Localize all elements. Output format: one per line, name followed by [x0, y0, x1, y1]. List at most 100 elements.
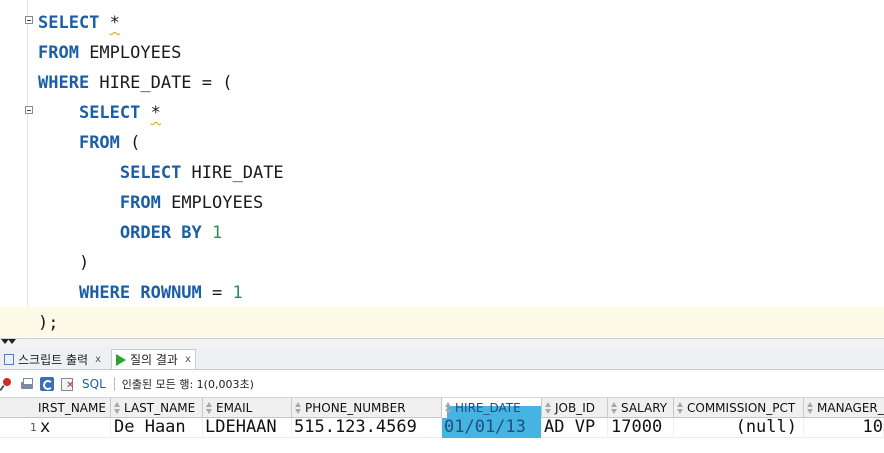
cell-last-name[interactable]: De Haan [111, 418, 203, 438]
code-text: FROM EMPLOYEES [38, 193, 263, 213]
toolbar-divider [113, 377, 115, 391]
panel-splitter[interactable] [0, 338, 884, 348]
sql-keyword: FROM [119, 193, 161, 213]
sql-keyword: SELECT [38, 13, 100, 33]
sql-text: = [201, 283, 233, 303]
table-row[interactable]: 1 x De Haan LDEHAAN 515.123.4569 01/01/1… [0, 418, 884, 438]
column-header-hire-date[interactable]: HIRE_DATE [442, 398, 542, 418]
sql-keyword: ORDER BY [119, 223, 202, 243]
code-line[interactable]: SELECT * [0, 7, 884, 37]
code-line[interactable]: WHERE HIRE_DATE = ( [0, 67, 884, 97]
cell-hire-date[interactable]: 01/01/13 [442, 418, 542, 438]
column-header-salary[interactable]: SALARY [608, 398, 674, 418]
result-toolbar: SQL 인출된 모든 행: 1(0,003초) [0, 371, 884, 397]
sql-text: ( [119, 133, 141, 153]
sql-keyword: FROM [38, 43, 79, 63]
cell-manager-id[interactable]: 10 [804, 418, 884, 438]
cancel-icon[interactable] [60, 377, 74, 391]
print-icon[interactable] [20, 377, 34, 391]
sql-keyword: WHERE ROWNUM [78, 283, 202, 303]
code-line[interactable]: FROM EMPLOYEES [0, 187, 884, 217]
sql-keyword: WHERE [38, 73, 90, 93]
sql-number: 1 [232, 283, 243, 303]
refresh-icon[interactable] [40, 377, 54, 391]
cell-commission-pct[interactable]: (null) [674, 418, 804, 438]
column-header-phone-number[interactable]: PHONE_NUMBER [292, 398, 442, 418]
code-text: ORDER BY 1 [38, 223, 222, 243]
tab-script-output[interactable]: 스크립트 출력 x [0, 349, 105, 369]
sort-icon [677, 402, 684, 414]
code-text: WHERE ROWNUM = 1 [38, 283, 243, 303]
code-line[interactable]: FROM EMPLOYEES [0, 37, 884, 67]
code-text: ) [38, 253, 89, 273]
collapse-down-icon[interactable] [8, 339, 16, 344]
code-text: SELECT HIRE_DATE [38, 163, 284, 183]
column-header-commission-pct[interactable]: COMMISSION_PCT [674, 398, 804, 418]
code-text: FROM EMPLOYEES [38, 43, 181, 63]
code-line[interactable]: SELECT HIRE_DATE [0, 157, 884, 187]
sql-wildcard: * [109, 13, 120, 33]
result-grid: IRST_NAME LAST_NAME EMAIL PHONE_NUMBER H… [0, 397, 884, 453]
tab-label: 스크립트 출력 [18, 352, 89, 367]
code-line[interactable]: FROM ( [0, 127, 884, 157]
code-text: FROM ( [38, 133, 140, 153]
script-icon [4, 353, 14, 365]
sql-developer-window: SELECT * FROM EMPLOYEES WHERE HIRE_DATE = … [0, 0, 884, 453]
sort-icon [807, 402, 814, 414]
sort-icon [114, 402, 121, 414]
code-line[interactable]: ) [0, 247, 884, 277]
code-text: ); [38, 313, 58, 333]
result-tabbar: 스크립트 출력 x 질의 결과 x [0, 348, 884, 370]
cell-salary[interactable]: 17000 [608, 418, 674, 438]
cell-job-id[interactable]: AD VP [542, 418, 608, 438]
sql-editor[interactable]: SELECT * FROM EMPLOYEES WHERE HIRE_DATE = … [0, 0, 884, 338]
cell-phone-number[interactable]: 515.123.4569 [292, 418, 442, 438]
sql-text: ); [38, 313, 59, 333]
fold-collapse-icon[interactable] [25, 106, 33, 114]
play-icon [116, 353, 126, 366]
sort-icon [445, 402, 452, 414]
column-header-email[interactable]: EMAIL [203, 398, 292, 418]
code-text: SELECT * [38, 13, 120, 33]
code-text: WHERE HIRE_DATE = ( [38, 73, 232, 93]
tab-query-result[interactable]: 질의 결과 x [111, 349, 196, 369]
code-text: SELECT * [38, 103, 161, 123]
cell-first-name[interactable]: x [40, 418, 111, 438]
sql-keyword: FROM [78, 133, 120, 153]
sql-keyword: SELECT [78, 103, 141, 123]
column-header-manager-id[interactable]: MANAGER_ [804, 398, 884, 418]
code-line[interactable]: SELECT * [0, 97, 884, 127]
sort-icon [611, 402, 618, 414]
close-icon[interactable]: x [185, 354, 191, 365]
sql-text: ) [38, 253, 90, 273]
fold-collapse-icon[interactable] [25, 16, 33, 24]
sql-text: HIRE_DATE = ( [89, 73, 233, 93]
sql-wildcard: * [150, 103, 161, 123]
sql-text: EMPLOYEES [78, 43, 182, 63]
close-icon[interactable]: x [95, 354, 101, 365]
sql-button[interactable]: SQL [82, 377, 106, 391]
cell-email[interactable]: LDEHAAN [203, 418, 292, 438]
sql-number: 1 [212, 223, 223, 243]
pin-icon[interactable] [0, 377, 14, 391]
code-line[interactable]: ORDER BY 1 [0, 217, 884, 247]
column-header-job-id[interactable]: JOB_ID [542, 398, 608, 418]
sql-keyword: SELECT [119, 163, 182, 183]
sql-text: HIRE_DATE [181, 163, 284, 183]
fetch-status: 인출된 모든 행: 1(0,003초) [121, 378, 254, 391]
code-line[interactable]: WHERE ROWNUM = 1 [0, 277, 884, 307]
sort-icon [206, 402, 213, 414]
code-line[interactable]: ); [0, 307, 884, 337]
column-header-first-name[interactable]: IRST_NAME [0, 398, 111, 418]
sql-text: EMPLOYEES [160, 193, 264, 213]
column-header-last-name[interactable]: LAST_NAME [111, 398, 203, 418]
grid-header: IRST_NAME LAST_NAME EMAIL PHONE_NUMBER H… [0, 397, 884, 418]
